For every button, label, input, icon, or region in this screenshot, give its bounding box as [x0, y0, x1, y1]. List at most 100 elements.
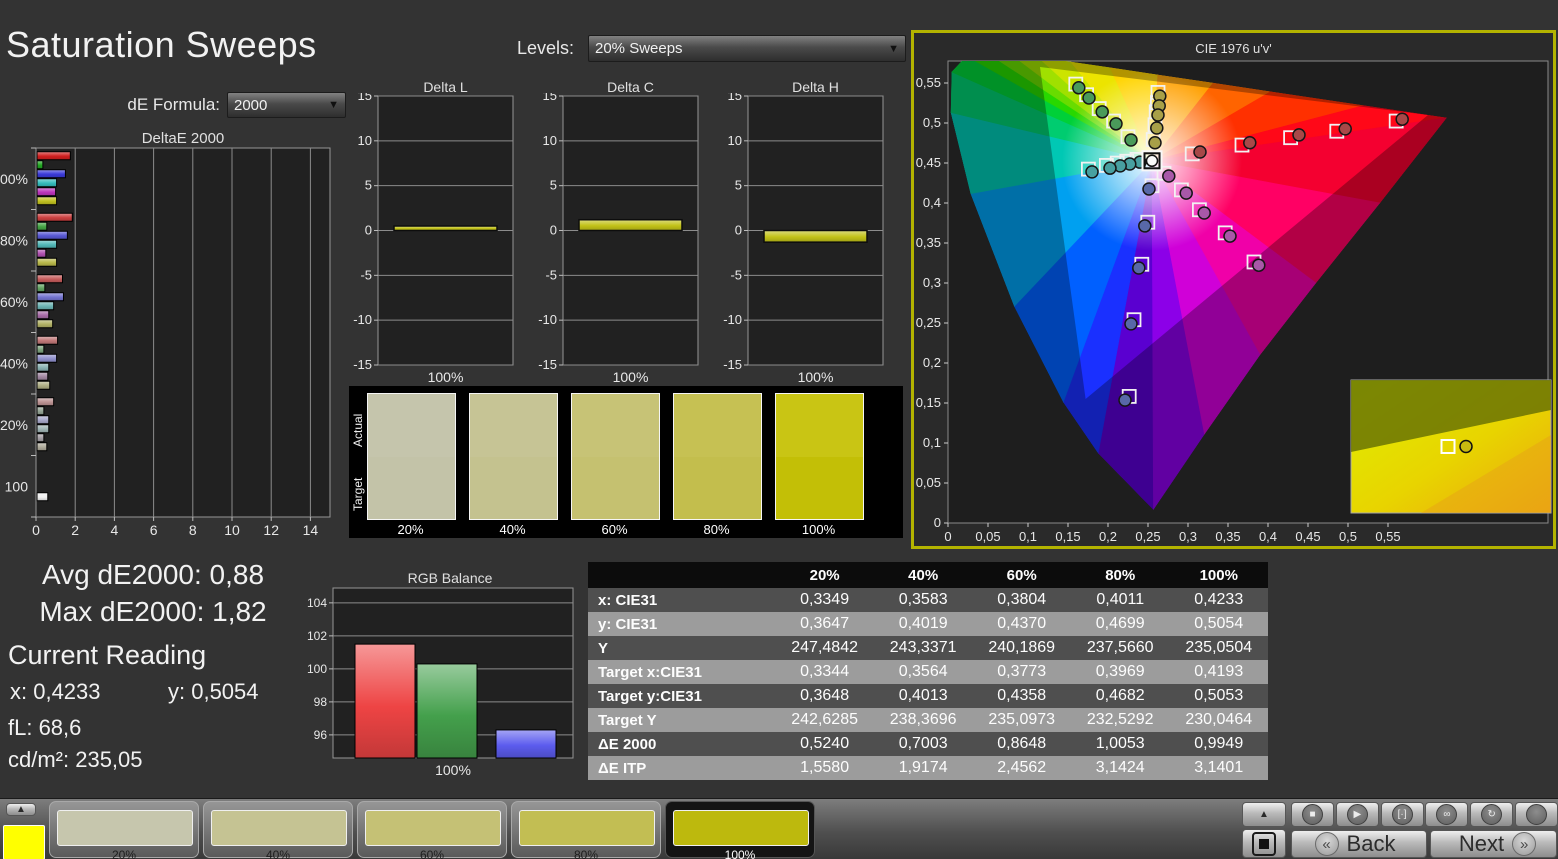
svg-text:10: 10	[358, 133, 372, 148]
svg-text:0,25: 0,25	[916, 315, 941, 330]
svg-text:0,3: 0,3	[1179, 529, 1197, 544]
back-button[interactable]: « Back	[1291, 830, 1427, 858]
table-row: Target y:CIE31 0,3648 0,4013 0,4358 0,4682 0,…	[588, 684, 1268, 708]
continuous-measure-button[interactable]: ∞	[1425, 802, 1469, 827]
next-icon: »	[1512, 832, 1537, 856]
sample-tile-80%[interactable]: 80%	[511, 801, 661, 859]
sample-tile-100%[interactable]: 100%	[665, 801, 815, 859]
results-table: 20% 40% 60% 80% 100% x: CIE31 0,3349 0,3583 0,38…	[588, 562, 1268, 780]
calibration-app-window: Saturation Sweeps dE Formula: 2000 ▼ Del…	[0, 0, 1558, 859]
swatch-level-label: 40%	[499, 522, 526, 537]
sample-tile-60%[interactable]: 60%	[357, 801, 507, 859]
table-value-cell: 0,5240	[800, 735, 850, 752]
svg-text:6: 6	[150, 522, 158, 538]
table-row-label: Target y:CIE31	[598, 687, 702, 705]
pattern-window-button[interactable]	[1242, 829, 1286, 858]
extra-button[interactable]	[1515, 802, 1558, 827]
table-value-cell: 2,4562	[997, 759, 1047, 776]
svg-text:100%: 100%	[798, 369, 834, 385]
de-formula-value: 2000	[234, 96, 268, 114]
svg-text:-15: -15	[538, 357, 557, 372]
table-row: y: CIE31 0,3647 0,4019 0,4370 0,4699 0,5054	[588, 612, 1268, 636]
svg-text:40%: 40%	[0, 355, 28, 371]
rgb-balance-chart: 96 98 100 102 104 100%	[307, 587, 574, 778]
table-header-cell: 40%	[908, 566, 939, 584]
actual-row-label: Actual	[351, 413, 365, 447]
tile-label: 80%	[573, 848, 599, 859]
svg-text:0,15: 0,15	[1055, 529, 1080, 544]
table-row-label: ΔE ITP	[598, 759, 647, 777]
svg-text:20%: 20%	[0, 417, 28, 433]
table-value-cell: 3,1424	[1095, 759, 1145, 776]
tile-color-chip	[211, 810, 347, 846]
svg-text:0,55: 0,55	[916, 75, 941, 90]
table-header-cell: 80%	[1105, 566, 1136, 584]
de-formula-label: dE Formula:	[127, 95, 220, 114]
svg-text:80%: 80%	[0, 232, 28, 248]
continuous-measure-icon: ∞	[1436, 804, 1458, 825]
next-label: Next	[1458, 831, 1505, 856]
table-value-cell: 237,5660	[1086, 639, 1154, 656]
stop-button[interactable]: ■	[1291, 802, 1334, 827]
table-value-cell: 243,3371	[889, 639, 957, 656]
table-value-cell: 0,3564	[898, 663, 948, 680]
svg-text:100%: 100%	[613, 369, 649, 385]
sample-tile-20%[interactable]: 20%	[49, 801, 199, 859]
bottom-bar: ▲ 20% 40% 60% 80% 100% ▲ ■ ▶ [·] ∞ ↻ « Back Next…	[0, 798, 1558, 859]
table-value-cell: 0,3349	[800, 591, 850, 608]
table-value-cell: 0,9949	[1194, 735, 1244, 752]
delta-h-chart: -15 -10 -5 0 5 10 15 100%	[723, 93, 884, 385]
sample-tile-40%[interactable]: 40%	[203, 801, 353, 859]
single-measure-button[interactable]: [·]	[1380, 802, 1424, 827]
levels-value: 20% Sweeps	[595, 40, 683, 57]
svg-text:0,45: 0,45	[916, 155, 941, 170]
current-reading-label: Current Reading	[8, 640, 207, 670]
table-value-cell: 0,3969	[1095, 663, 1145, 680]
sample-swatch-80%	[673, 393, 762, 520]
tile-label: 20%	[111, 848, 137, 859]
svg-text:-10: -10	[353, 312, 372, 327]
table-row-label: ΔE 2000	[598, 735, 657, 753]
swatch-level-label: 80%	[703, 522, 730, 537]
max-de2000: Max dE2000: 1,82	[39, 596, 267, 627]
table-header-cell: 100%	[1199, 566, 1238, 584]
de-formula-dropdown[interactable]: 2000 ▼	[227, 92, 346, 118]
svg-text:0,25: 0,25	[1135, 529, 1160, 544]
play-button[interactable]: ▶	[1335, 802, 1379, 827]
svg-text:5: 5	[550, 178, 557, 193]
table-value-cell: 0,4358	[997, 687, 1047, 704]
svg-text:0,2: 0,2	[923, 355, 941, 370]
delta-c-chart: -15 -10 -5 0 5 10 15 100%	[538, 93, 699, 385]
svg-text:2: 2	[71, 522, 79, 538]
svg-text:15: 15	[543, 93, 557, 103]
levels-dropdown[interactable]: 20% Sweeps ▼	[588, 35, 906, 62]
next-button[interactable]: Next »	[1430, 830, 1557, 858]
table-value-cell: 0,4013	[898, 687, 948, 704]
table-value-cell: 0,4370	[997, 615, 1047, 632]
svg-text:100%: 100%	[0, 171, 28, 187]
cie-1976-panel[interactable]: CIE 1976 u'v' 0 0,05 0,1 0,15 0,2 0,25 0,3 0,35…	[911, 30, 1556, 549]
svg-text:0,45: 0,45	[1295, 529, 1320, 544]
collapse-strip-button[interactable]: ▲	[6, 803, 36, 816]
svg-text:96: 96	[314, 728, 328, 742]
swatch-level-label: 60%	[601, 522, 628, 537]
play-icon: ▶	[1346, 804, 1368, 825]
svg-text:100: 100	[5, 478, 29, 494]
svg-text:0,5: 0,5	[923, 115, 941, 130]
refresh-button[interactable]: ↻	[1470, 802, 1514, 827]
svg-text:-5: -5	[360, 267, 372, 282]
sample-swatch-20%	[367, 393, 456, 520]
table-value-cell: 235,0504	[1185, 639, 1253, 656]
sample-swatch-60%	[571, 393, 660, 520]
table-value-cell: 0,3773	[997, 663, 1047, 680]
collapse-controls-button[interactable]: ▲	[1242, 802, 1286, 827]
svg-text:0: 0	[944, 529, 951, 544]
table-value-cell: 0,3804	[997, 591, 1047, 608]
table-value-cell: 0,3344	[800, 663, 850, 680]
svg-text:0: 0	[934, 515, 941, 530]
table-value-cell: 1,9174	[898, 759, 948, 776]
current-x: x: 0,4233	[10, 679, 101, 704]
table-value-cell: 247,4842	[791, 639, 858, 656]
svg-text:-10: -10	[723, 312, 742, 327]
table-value-cell: 242,6285	[791, 711, 858, 728]
